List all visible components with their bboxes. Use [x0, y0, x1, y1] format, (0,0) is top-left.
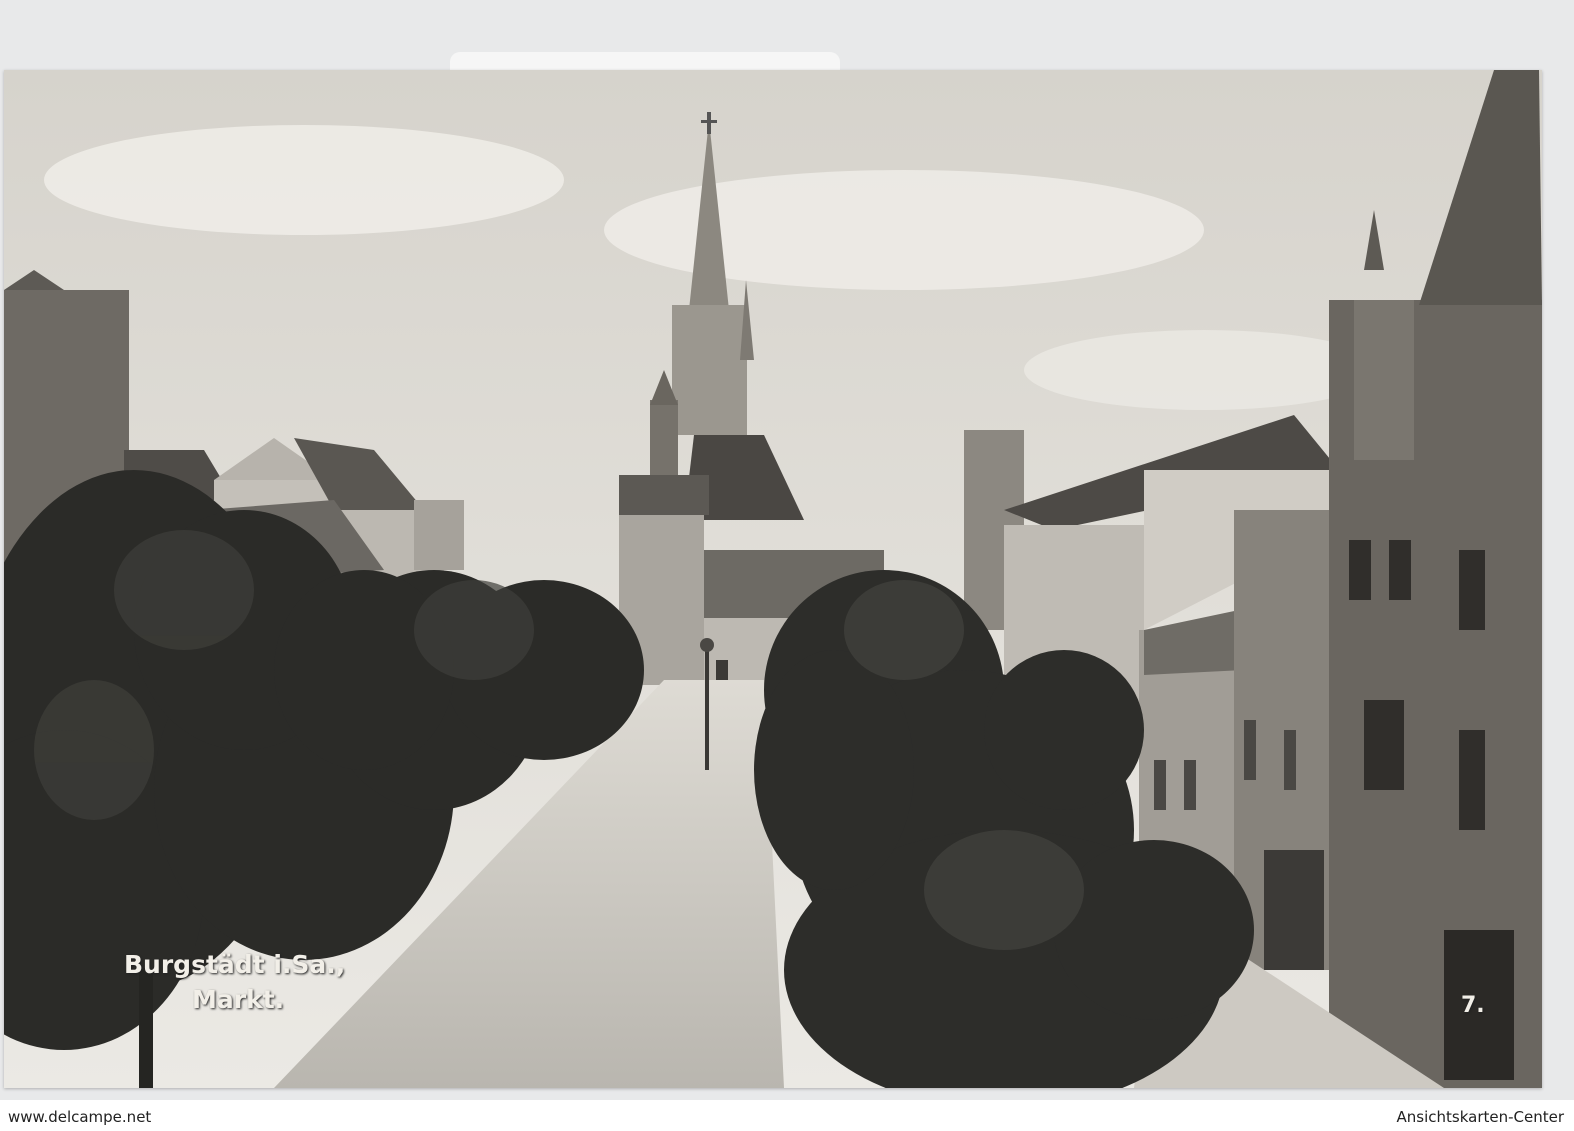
delcampe-watermark: www.delcampe.net [8, 1108, 152, 1126]
postcard-photo: Burgstädt i.Sa., Markt. 7. [4, 70, 1542, 1088]
seller-watermark: Ansichtskarten-Center [1396, 1108, 1565, 1126]
watermark-footer: www.delcampe.net Ansichtskarten-Center [0, 1100, 1574, 1131]
street-scene-illustration [4, 70, 1542, 1088]
postcard-number: 7. [1461, 993, 1485, 1018]
postcard-caption-town: Burgstädt i.Sa., [124, 950, 346, 979]
postcard-caption-place: Markt. [192, 985, 285, 1014]
